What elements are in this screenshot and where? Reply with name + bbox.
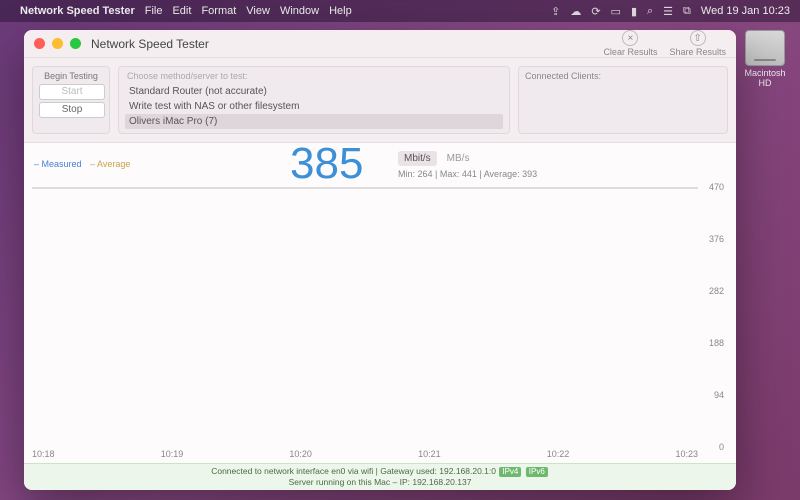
chart-area: 470376282188940 10:1810:1910:2010:2110:2… [24,187,736,463]
menubar-clock[interactable]: Wed 19 Jan 10:23 [701,5,790,17]
server-list: Standard Router (not accurate)Write test… [125,84,503,129]
menu-file[interactable]: File [145,5,163,17]
share-icon: ⇧ [690,30,706,46]
clients-hint: Connected Clients: [525,71,721,81]
cloud-icon[interactable]: ☁ [570,5,581,18]
minimize-button[interactable] [52,38,63,49]
dropbox-icon[interactable]: ⇪ [551,5,560,18]
desktop-drive[interactable]: Macintosh HD [740,30,790,88]
battery-icon[interactable]: ▮ [631,5,637,18]
ipv4-badge: IPv4 [499,467,521,477]
speed-stats: Min: 264 | Max: 441 | Average: 393 [398,169,537,179]
window-title: Network Speed Tester [91,37,209,51]
menu-edit[interactable]: Edit [172,5,191,17]
server-item[interactable]: Olivers iMac Pro (7) [125,114,503,129]
footer-line2: Server running on this Mac – IP: 192.168… [24,477,736,488]
search-icon[interactable]: ⌕ [647,5,653,18]
sync-icon[interactable]: ⟳ [591,5,600,18]
menu-help[interactable]: Help [329,5,352,17]
menu-format[interactable]: Format [201,5,236,17]
menu-window[interactable]: Window [280,5,319,17]
stop-button[interactable]: Stop [39,102,105,118]
server-hint: Choose method/server to test: [125,71,503,84]
legend-average: – Average [90,159,130,169]
traffic-lights [34,38,81,49]
server-panel: Choose method/server to test: Standard R… [118,66,510,134]
share-results-label: Share Results [669,47,726,57]
display-icon[interactable]: ▭ [611,5,621,18]
menubar: Network Speed Tester File Edit Format Vi… [0,0,800,22]
ipv6-badge: IPv6 [526,467,548,477]
clear-results-button[interactable]: × Clear Results [603,30,657,57]
status-footer: Connected to network interface en0 via w… [24,463,736,490]
y-tick: 282 [709,286,724,296]
x-tick: 10:22 [547,449,570,459]
unit-mbs[interactable]: MB/s [441,151,476,166]
server-item[interactable]: Write test with NAS or other filesystem [125,99,503,114]
y-tick: 376 [709,234,724,244]
speed-chart [32,187,698,189]
x-tick: 10:19 [161,449,184,459]
wifi-icon[interactable]: ⧉ [683,5,691,18]
x-tick: 10:20 [289,449,312,459]
clear-icon: × [622,30,638,46]
x-tick: 10:23 [675,449,698,459]
y-tick: 188 [709,338,724,348]
y-tick: 470 [709,182,724,192]
x-axis: 10:18 10:19 10:20 10:21 10:22 10:23 [32,447,698,459]
unit-mbits[interactable]: Mbit/s [398,151,437,166]
menu-view[interactable]: View [246,5,270,17]
speed-value: 385 [290,139,363,189]
x-tick: 10:18 [32,449,55,459]
y-tick: 0 [719,442,724,452]
chart-legend: – Measured – Average [34,159,130,169]
drive-label: Macintosh HD [740,68,790,88]
titlebar: Network Speed Tester × Clear Results ⇧ S… [24,30,736,58]
share-results-button[interactable]: ⇧ Share Results [669,30,726,57]
menubar-app-name[interactable]: Network Speed Tester [20,5,135,17]
legend-measured: – Measured [34,159,82,169]
zoom-button[interactable] [70,38,81,49]
footer-line1: Connected to network interface en0 via w… [211,466,496,476]
x-tick: 10:21 [418,449,441,459]
unit-toggle[interactable]: Mbit/s MB/s [398,151,475,166]
control-center-icon[interactable]: ☰ [663,5,673,18]
y-tick: 94 [714,390,724,400]
test-controls-panel: Begin Testing Start Stop [32,66,110,134]
readout-row: – Measured – Average 385 Mbit/s MB/s Min… [24,143,736,187]
start-button[interactable]: Start [39,84,105,100]
server-item[interactable]: Standard Router (not accurate) [125,84,503,99]
clients-panel: Connected Clients: [518,66,728,134]
drive-icon [745,30,785,66]
begin-testing-label: Begin Testing [39,71,103,81]
clear-results-label: Clear Results [603,47,657,57]
app-window: Network Speed Tester × Clear Results ⇧ S… [24,30,736,490]
config-toolbar: Begin Testing Start Stop Choose method/s… [24,58,736,143]
close-button[interactable] [34,38,45,49]
